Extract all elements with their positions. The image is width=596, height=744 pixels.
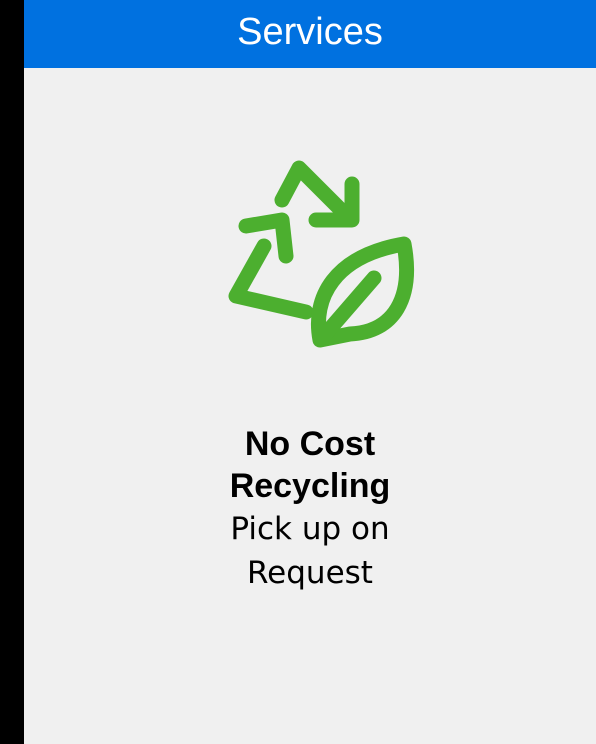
recycle-leaf-icon — [224, 148, 444, 368]
service-title-line-1: No Cost — [244, 425, 376, 463]
services-header: Services — [24, 0, 596, 68]
services-card-frame: Services No Cost Recycling Pick up on Re… — [0, 0, 596, 744]
service-subtitle-line-1: Pick up on — [230, 511, 390, 547]
service-subtitle-line-2: Request — [247, 555, 373, 591]
header-title: Services — [237, 11, 383, 53]
service-card: No Cost Recycling Pick up on Request — [24, 68, 596, 744]
service-title-line-2: Recycling — [229, 467, 391, 505]
service-text: No Cost Recycling Pick up on Request — [24, 423, 596, 595]
